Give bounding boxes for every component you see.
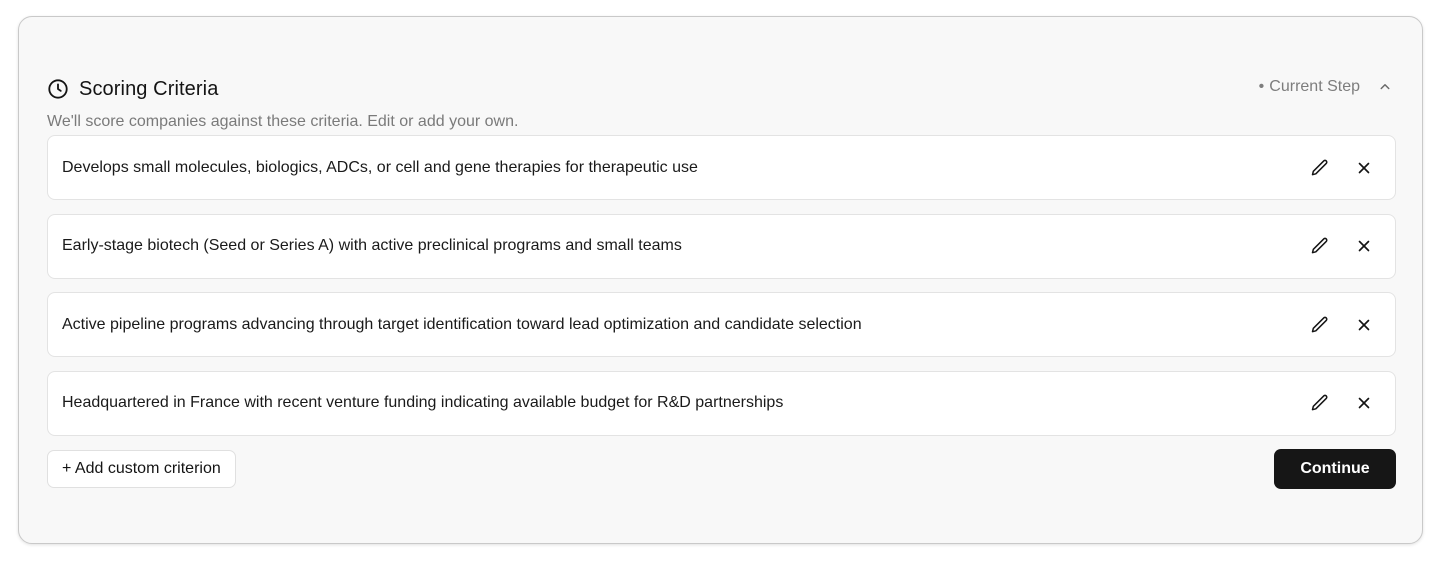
criterion-text: Active pipeline programs advancing throu… (62, 315, 862, 333)
card-header: Scoring Criteria Current Step (47, 75, 1394, 103)
scoring-criteria-card: Scoring Criteria Current Step We'll scor… (18, 16, 1423, 544)
criterion-text: Early-stage biotech (Seed or Series A) w… (62, 237, 682, 254)
continue-button[interactable]: Continue (1274, 449, 1396, 489)
criterion-item: Develops small molecules, biologics, ADC… (47, 135, 1396, 200)
pencil-icon[interactable] (1309, 314, 1331, 336)
criterion-actions (1309, 235, 1375, 257)
criterion-actions (1309, 157, 1375, 179)
step-indicator: Current Step (1259, 78, 1394, 96)
subtitle: We'll score companies against these crit… (47, 113, 519, 130)
close-icon[interactable] (1353, 314, 1375, 336)
close-icon[interactable] (1353, 235, 1375, 257)
criterion-text: Develops small molecules, biologics, ADC… (62, 158, 698, 176)
criterion-text: Headquartered in France with recent vent… (62, 394, 784, 411)
title-group: Scoring Criteria (47, 78, 218, 101)
criteria-list: Develops small molecules, biologics, ADC… (47, 135, 1396, 449)
page-title: Scoring Criteria (79, 77, 219, 100)
pencil-icon[interactable] (1309, 235, 1331, 257)
criterion-item: Active pipeline programs advancing throu… (47, 292, 1396, 357)
add-custom-criterion-button[interactable]: + Add custom criterion (47, 450, 236, 488)
pencil-icon[interactable] (1309, 157, 1331, 179)
criterion-actions (1309, 314, 1375, 336)
criterion-item: Early-stage biotech (Seed or Series A) w… (47, 213, 1396, 279)
criterion-item: Headquartered in France with recent vent… (47, 370, 1396, 436)
clock-icon (47, 78, 69, 100)
pencil-icon[interactable] (1309, 392, 1331, 414)
current-step-label: Current Step (1259, 78, 1360, 96)
close-icon[interactable] (1353, 392, 1375, 414)
criterion-actions (1309, 392, 1375, 414)
close-icon[interactable] (1353, 157, 1375, 179)
card-footer: + Add custom criterion Continue (47, 449, 1396, 489)
chevron-up-icon[interactable] (1376, 78, 1394, 96)
